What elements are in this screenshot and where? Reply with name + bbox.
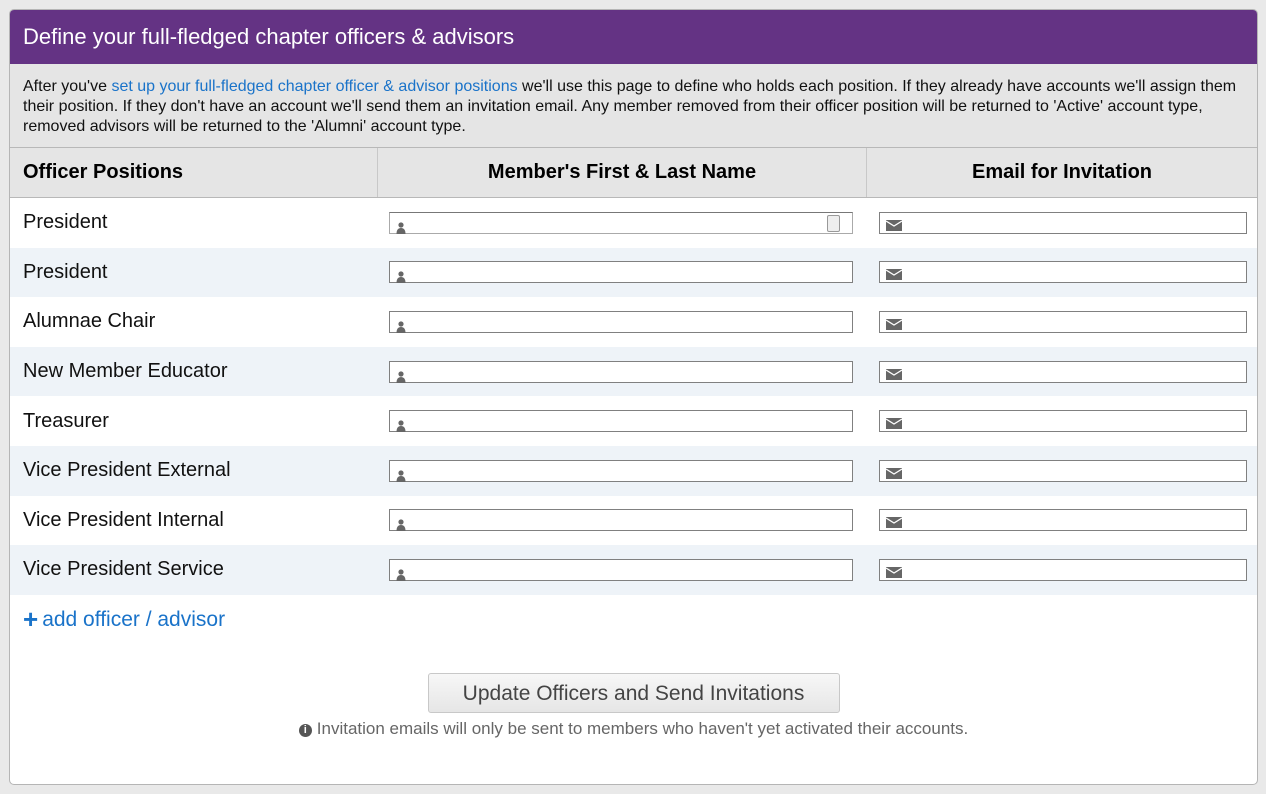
envelope-icon	[885, 561, 903, 584]
user-icon	[396, 366, 406, 389]
officer-row: Vice President Service	[10, 545, 1257, 595]
officer-row: New Member Educator	[10, 346, 1257, 397]
position-label: Alumnae Chair	[23, 310, 156, 333]
position-label: New Member Educator	[23, 360, 228, 383]
column-header-positions: Officer Positions	[23, 161, 184, 183]
position-label: President	[23, 211, 108, 234]
member-name-input[interactable]	[389, 360, 853, 383]
description: After you've set up your full-fledged ch…	[10, 64, 1257, 148]
position-label: Vice President Internal	[23, 508, 224, 531]
email-input[interactable]	[879, 310, 1247, 336]
description-text: After you've	[23, 78, 112, 95]
envelope-icon	[885, 363, 903, 386]
note-text: Invitation emails will only be sent to m…	[316, 718, 969, 738]
officer-row: President	[10, 198, 1257, 248]
envelope-icon	[885, 313, 903, 336]
email-input[interactable]	[879, 509, 1247, 534]
officer-row: President	[10, 247, 1257, 298]
user-icon	[396, 465, 406, 488]
position-label: Treasurer	[23, 409, 109, 432]
officer-rows: President President Alumnae Chair New Me…	[10, 198, 1257, 595]
envelope-icon	[885, 263, 903, 286]
position-label: Vice President External	[23, 459, 231, 482]
user-icon	[396, 564, 406, 587]
envelope-icon	[885, 214, 903, 237]
user-icon	[396, 217, 406, 240]
member-name-input[interactable]	[389, 261, 853, 284]
envelope-icon	[885, 412, 903, 435]
invitation-note: i Invitation emails will only be sent to …	[10, 719, 1257, 739]
user-icon	[396, 415, 406, 438]
plus-icon: +	[23, 604, 39, 635]
officer-row: Vice President External	[10, 445, 1257, 496]
user-icon	[396, 514, 406, 537]
position-label: Vice President Service	[23, 558, 224, 581]
member-name-input[interactable]	[389, 211, 853, 234]
contact-card-icon[interactable]	[827, 214, 840, 232]
add-officer-link[interactable]: + add officer / advisor	[10, 595, 1257, 645]
member-name-input[interactable]	[389, 558, 853, 581]
setup-positions-link[interactable]: set up your full-fledged chapter officer…	[111, 78, 517, 95]
member-name-input[interactable]	[389, 410, 853, 433]
officer-row: Treasurer	[10, 396, 1257, 446]
officers-panel: Define your full-fledged chapter officer…	[9, 9, 1258, 785]
envelope-icon	[885, 511, 903, 534]
info-icon: i	[298, 723, 312, 737]
column-header-email: Email for Invitation	[866, 148, 1257, 197]
update-officers-button[interactable]: Update Officers and Send Invitations	[427, 672, 840, 713]
email-input[interactable]	[879, 360, 1247, 386]
email-input[interactable]	[879, 459, 1247, 485]
user-icon	[396, 316, 406, 339]
user-icon	[396, 266, 406, 289]
email-input[interactable]	[879, 410, 1247, 435]
envelope-icon	[885, 462, 903, 485]
member-name-input[interactable]	[389, 459, 853, 482]
column-header-name: Member's First & Last Name	[377, 148, 866, 197]
member-name-input[interactable]	[389, 509, 853, 532]
member-name-input[interactable]	[389, 310, 853, 333]
panel-title: Define your full-fledged chapter officer…	[10, 10, 1257, 64]
position-label: President	[23, 260, 108, 283]
email-input[interactable]	[879, 261, 1247, 286]
officer-row: Alumnae Chair	[10, 297, 1257, 347]
email-input[interactable]	[879, 558, 1247, 584]
add-officer-label: add officer / advisor	[42, 607, 226, 631]
email-input[interactable]	[879, 211, 1247, 237]
table-header: Officer Positions Member's First & Last …	[10, 148, 1257, 198]
officer-row: Vice President Internal	[10, 496, 1257, 546]
